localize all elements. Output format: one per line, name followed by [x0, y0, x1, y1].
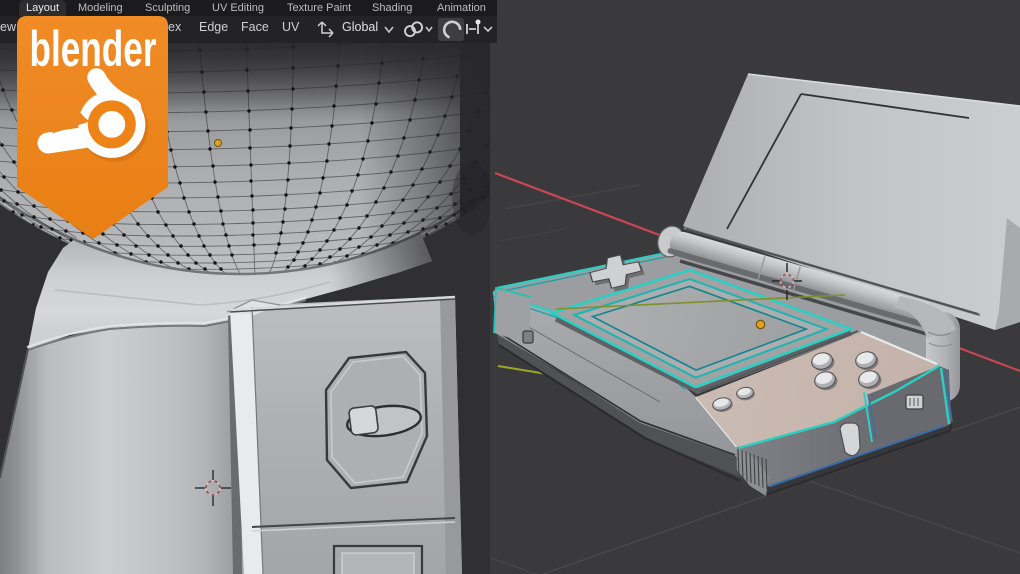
- svg-text:blender: blender: [30, 21, 157, 77]
